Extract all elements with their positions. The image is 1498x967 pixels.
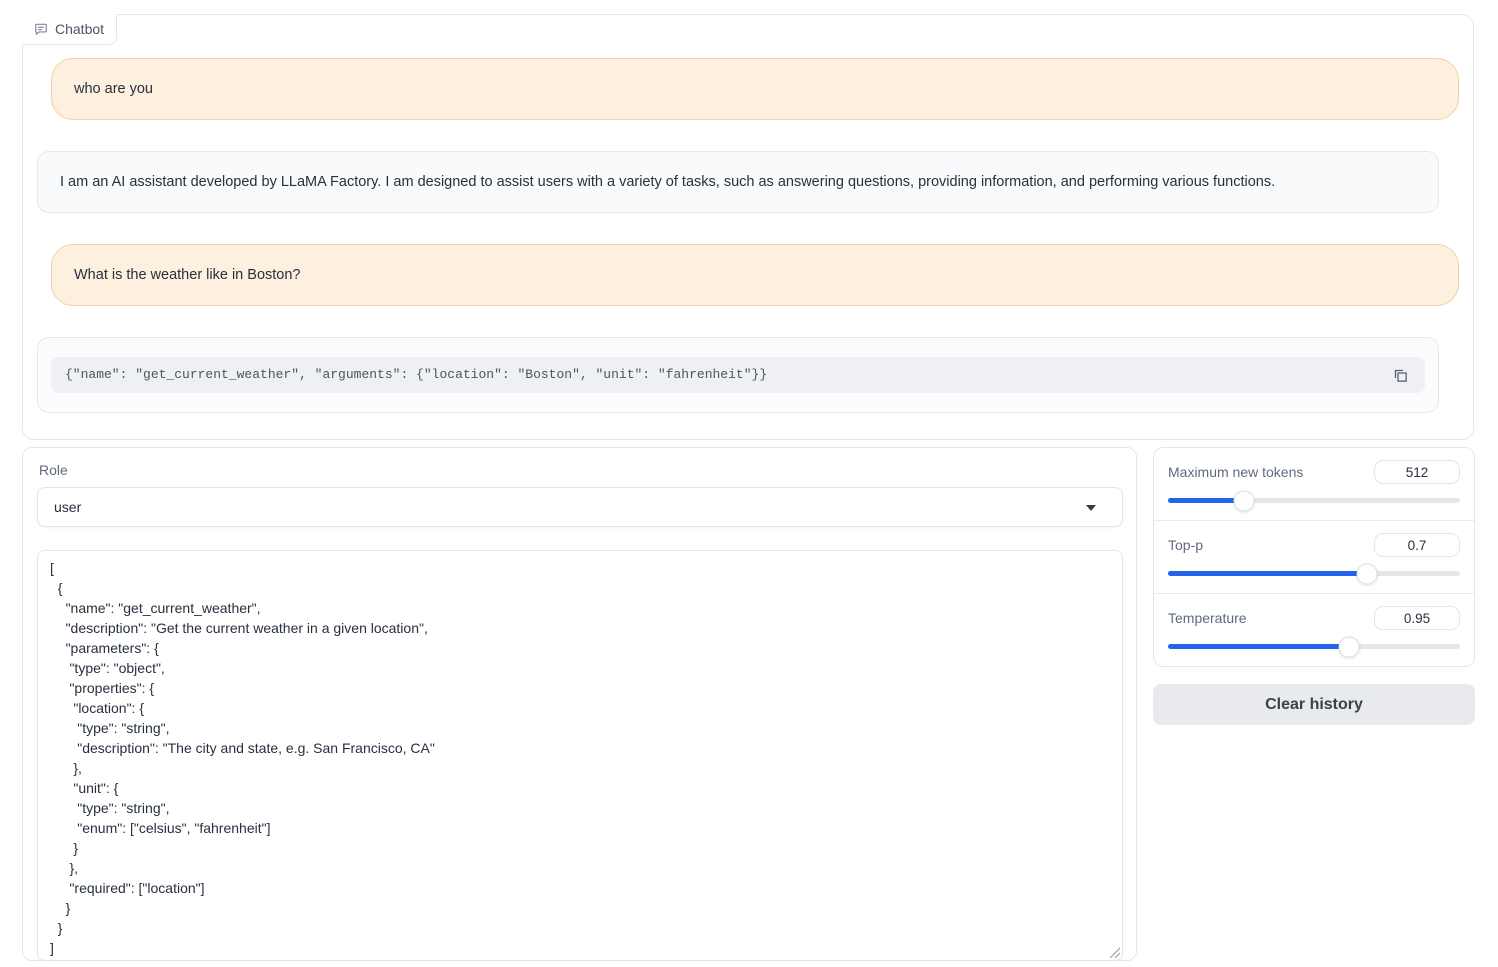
message-row-user: who are you — [37, 58, 1459, 120]
slider-fill — [1168, 644, 1349, 649]
copy-icon — [1393, 368, 1408, 383]
tools-editor-wrap: [ { "name": "get_current_weather", "desc… — [37, 550, 1123, 961]
chatbot-panel: Chatbot who are you I am an AI assistant… — [22, 14, 1474, 440]
top-p-input[interactable] — [1374, 533, 1460, 557]
role-dropdown[interactable]: user — [37, 487, 1123, 527]
top-p-slider-handle[interactable] — [1356, 563, 1377, 584]
tool-call-code-block: {"name": "get_current_weather", "argumen… — [51, 357, 1425, 393]
resize-grip-icon[interactable] — [1107, 945, 1120, 958]
max-tokens-input[interactable] — [1374, 460, 1460, 484]
temperature-input[interactable] — [1374, 606, 1460, 630]
temperature-row: Temperature — [1154, 593, 1474, 666]
slider-fill — [1168, 571, 1367, 576]
chat-message-list[interactable]: who are you I am an AI assistant develop… — [23, 46, 1473, 439]
message-row-bot: {"name": "get_current_weather", "argumen… — [37, 337, 1459, 413]
bot-message-bubble: I am an AI assistant developed by LLaMA … — [37, 151, 1439, 213]
max-tokens-label: Maximum new tokens — [1168, 464, 1303, 480]
parameters-column: Maximum new tokens Top-p Temperature — [1153, 447, 1475, 725]
copy-button[interactable] — [1389, 364, 1411, 386]
chatbot-label: Chatbot — [22, 14, 117, 45]
message-row-bot: I am an AI assistant developed by LLaMA … — [37, 151, 1459, 213]
role-dropdown-value: user — [54, 499, 81, 515]
tools-json-textarea[interactable]: [ { "name": "get_current_weather", "desc… — [37, 550, 1123, 961]
max-tokens-row: Maximum new tokens — [1154, 448, 1474, 520]
user-message-bubble: What is the weather like in Boston? — [51, 244, 1459, 306]
tool-call-code: {"name": "get_current_weather", "argumen… — [65, 365, 767, 385]
clear-history-button[interactable]: Clear history — [1153, 684, 1475, 725]
sliders-card: Maximum new tokens Top-p Temperature — [1153, 447, 1475, 667]
top-p-label: Top-p — [1168, 537, 1203, 553]
temperature-slider[interactable] — [1168, 644, 1460, 649]
temperature-label: Temperature — [1168, 610, 1247, 626]
temperature-slider-handle[interactable] — [1339, 636, 1360, 657]
role-label: Role — [39, 462, 1123, 478]
message-row-user: What is the weather like in Boston? — [37, 244, 1459, 306]
max-tokens-slider-handle[interactable] — [1233, 490, 1254, 511]
top-p-row: Top-p — [1154, 520, 1474, 593]
top-p-slider[interactable] — [1168, 571, 1460, 576]
bot-message-bubble: {"name": "get_current_weather", "argumen… — [37, 337, 1439, 413]
max-tokens-slider[interactable] — [1168, 498, 1460, 503]
composer-panel: Role user [ { "name": "get_current_weath… — [22, 447, 1137, 961]
speech-bubble-icon — [34, 22, 48, 36]
chatbot-label-text: Chatbot — [55, 21, 104, 37]
user-message-bubble: who are you — [51, 58, 1459, 120]
caret-down-icon — [1086, 505, 1096, 511]
